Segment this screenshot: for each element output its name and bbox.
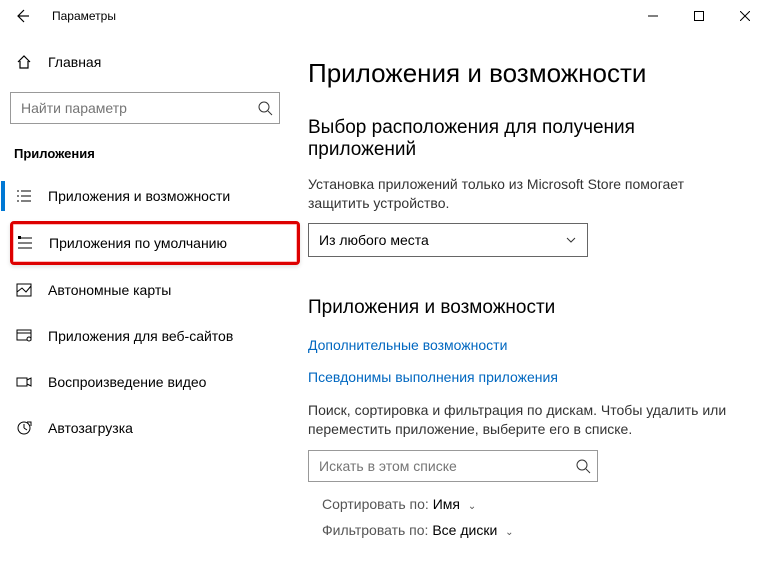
filter-by-control[interactable]: Фильтровать по: Все диски ⌄ <box>308 520 748 546</box>
arrow-left-icon <box>14 8 30 24</box>
close-button[interactable] <box>722 0 768 32</box>
maximize-button[interactable] <box>676 0 722 32</box>
install-source-desc: Установка приложений только из Microsoft… <box>308 175 748 213</box>
dropdown-value: Из любого места <box>319 232 429 248</box>
video-icon <box>14 374 34 390</box>
search-icon <box>257 100 273 116</box>
startup-icon <box>14 420 34 436</box>
filter-label: Фильтровать по: <box>322 522 428 538</box>
website-icon <box>14 328 34 344</box>
sort-by-control[interactable]: Сортировать по: Имя ⌄ <box>308 494 748 520</box>
apps-section-desc: Поиск, сортировка и фильтрация по дискам… <box>308 401 748 440</box>
nav-label: Автозагрузка <box>48 420 133 436</box>
list-icon <box>14 188 34 204</box>
sort-label: Сортировать по: <box>322 496 429 512</box>
page-title: Приложения и возможности <box>308 58 748 89</box>
defaults-icon <box>15 235 35 251</box>
sidebar: Главная Приложения Приложения и возможно… <box>0 32 300 574</box>
nav-label: Воспроизведение видео <box>48 374 206 390</box>
nav-label: Приложения для веб-сайтов <box>48 328 233 344</box>
optional-features-link[interactable]: Дополнительные возможности <box>308 337 748 353</box>
map-icon <box>14 282 34 298</box>
install-source-dropdown[interactable]: Из любого места <box>308 223 588 257</box>
chevron-down-icon: ⌄ <box>468 501 476 512</box>
search-icon <box>575 458 591 474</box>
minimize-button[interactable] <box>630 0 676 32</box>
nav-label: Приложения и возможности <box>48 188 230 204</box>
nav-startup[interactable]: Автозагрузка <box>10 407 300 449</box>
home-icon <box>14 54 34 70</box>
content-pane: Приложения и возможности Выбор расположе… <box>300 32 768 574</box>
nav-label: Приложения по умолчанию <box>49 235 227 251</box>
execution-aliases-link[interactable]: Псевдонимы выполнения приложения <box>308 369 748 385</box>
chevron-down-icon <box>565 234 577 246</box>
minimize-icon <box>648 11 658 21</box>
nav-list: Приложения и возможности Приложения по у… <box>10 175 300 453</box>
nav-video-playback[interactable]: Воспроизведение видео <box>10 361 300 403</box>
window-title: Параметры <box>52 9 116 23</box>
chevron-down-icon: ⌄ <box>505 527 513 538</box>
titlebar: Параметры <box>0 0 768 32</box>
nav-web-apps[interactable]: Приложения для веб-сайтов <box>10 315 300 357</box>
apps-search-box[interactable] <box>308 450 598 482</box>
search-input[interactable] <box>21 100 257 116</box>
search-box[interactable] <box>10 92 280 124</box>
apps-search-input[interactable] <box>319 458 575 474</box>
install-source-heading: Выбор расположения для получения приложе… <box>308 117 748 161</box>
section-label: Приложения <box>10 142 300 175</box>
nav-apps-features[interactable]: Приложения и возможности <box>10 175 300 217</box>
home-label: Главная <box>48 54 101 70</box>
sort-value: Имя <box>433 496 460 512</box>
nav-offline-maps[interactable]: Автономные карты <box>10 269 300 311</box>
apps-section-heading: Приложения и возможности <box>308 297 748 319</box>
close-icon <box>740 11 750 21</box>
nav-default-apps[interactable]: Приложения по умолчанию <box>10 221 300 265</box>
nav-label: Автономные карты <box>48 282 171 298</box>
maximize-icon <box>694 11 704 21</box>
back-button[interactable] <box>8 2 36 30</box>
filter-value: Все диски <box>432 522 497 538</box>
home-link[interactable]: Главная <box>10 42 300 82</box>
